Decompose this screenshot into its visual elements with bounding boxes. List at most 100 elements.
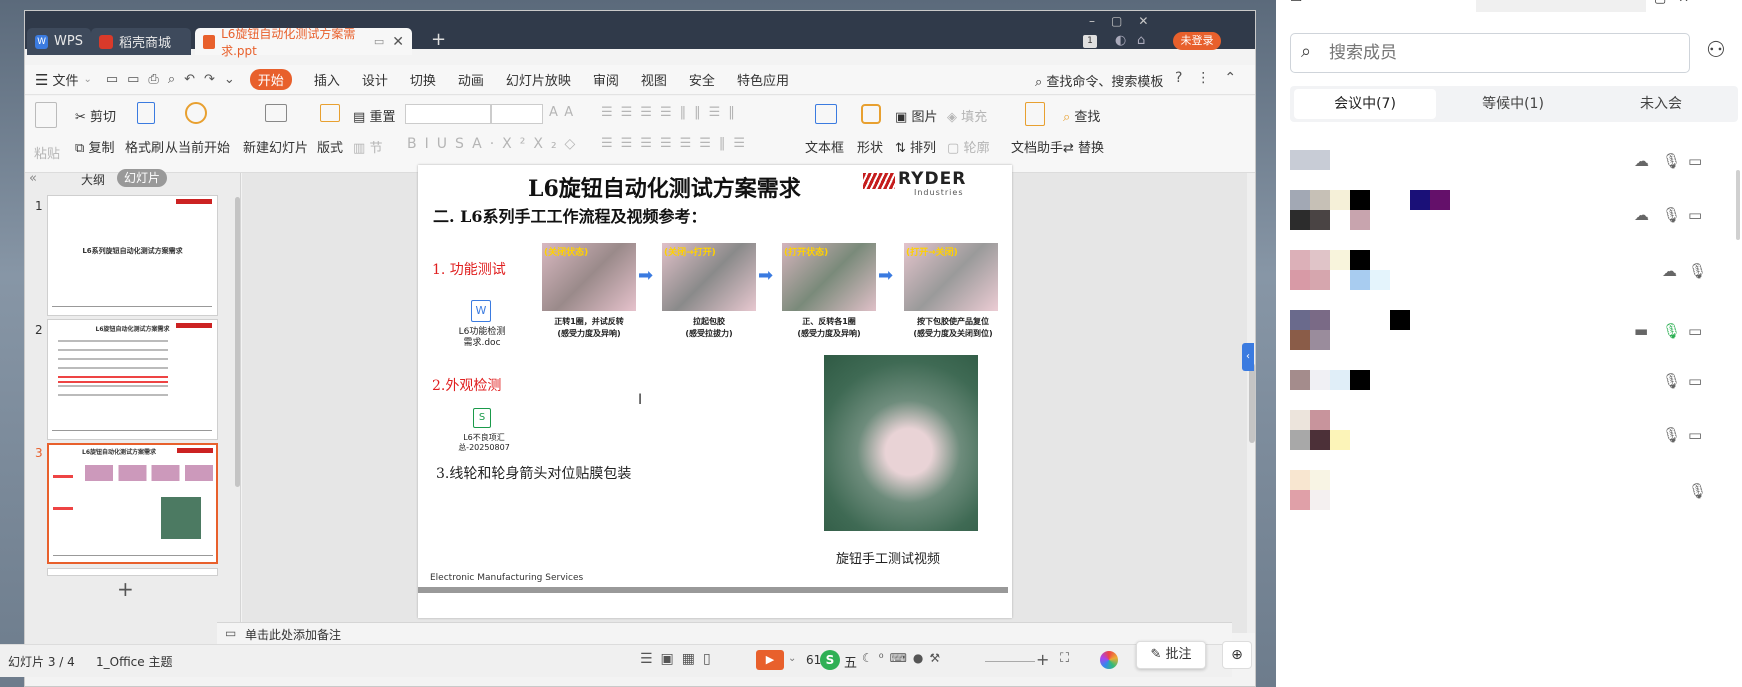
tab-waiting[interactable]: 等候中(1): [1442, 89, 1584, 119]
mic-muted-icon[interactable]: 🎙: [1688, 262, 1707, 280]
menu-insert[interactable]: 插入: [314, 70, 340, 89]
word-doc-icon[interactable]: W: [471, 300, 491, 322]
slide-footer-text[interactable]: Electronic Manufacturing Services: [430, 573, 583, 583]
slide-3[interactable]: L6旋钮自动化测试方案需求 RYDER Industries 二. L6系列手工…: [418, 165, 1012, 618]
tab-outline[interactable]: 大纲: [81, 171, 105, 188]
func-test-label[interactable]: 1. 功能测试: [432, 259, 506, 279]
menu-review[interactable]: 审阅: [593, 70, 619, 89]
cloud-record-icon[interactable]: ☁: [1634, 206, 1649, 224]
slide-subtitle[interactable]: 二. L6系列手工工作流程及视频参考：: [433, 203, 707, 227]
shirt-icon[interactable]: ⌂: [1137, 33, 1145, 48]
font-style-icons[interactable]: BIUSA·X²X₂◇: [407, 136, 583, 152]
font-family-select[interactable]: [405, 104, 491, 124]
camera-off-icon[interactable]: ▭: [1688, 426, 1702, 444]
menu-slideshow[interactable]: 幻灯片放映: [506, 70, 571, 89]
find-button[interactable]: ⌕ 查找: [1063, 106, 1100, 125]
zoom-in-icon[interactable]: +: [1036, 650, 1049, 669]
mic-muted-icon[interactable]: 🎙: [1688, 482, 1707, 500]
paragraph-list-icons[interactable]: ☰☰☰☰‖‖☰‖: [601, 105, 743, 120]
doc-helper-button[interactable]: 文档助手: [1011, 137, 1063, 156]
menu-security[interactable]: 安全: [689, 70, 715, 89]
chevron-down-icon[interactable]: ⌄: [83, 74, 91, 85]
hamburger-icon[interactable]: ☰: [35, 71, 48, 89]
doc-helper-icon[interactable]: [1025, 102, 1045, 126]
member-row-7[interactable]: 🎙: [1290, 470, 1730, 516]
mic-muted-icon[interactable]: 🎙: [1662, 426, 1681, 444]
window-controls[interactable]: –▢✕: [1089, 14, 1164, 28]
video-thumbnail[interactable]: [824, 355, 978, 531]
tab-pin-icon[interactable]: ▭: [374, 35, 384, 48]
notes-placeholder[interactable]: 单击此处添加备注: [245, 626, 341, 643]
new-tab-icon[interactable]: +: [431, 29, 446, 50]
manage-members-tab-partial[interactable]: [1476, 0, 1646, 12]
chat-tab-partial[interactable]: ▭: [1290, 0, 1302, 6]
slide-thumb-1[interactable]: L6系列旋钮自动化测试方案需求: [47, 195, 218, 316]
slide-thumb-3-selected[interactable]: L6旋钮自动化测试方案需求: [47, 443, 218, 564]
ime-mode[interactable]: 五: [844, 652, 857, 671]
from-current-button[interactable]: 从当前开始: [165, 137, 230, 156]
new-slide-button[interactable]: 新建幻灯片: [243, 137, 308, 156]
zoom-slider[interactable]: [985, 661, 1035, 662]
member-row-3[interactable]: ☁ 🎙: [1290, 250, 1730, 296]
play-slideshow-button[interactable]: ▶: [756, 650, 784, 670]
font-grow-shrink-icons[interactable]: AA: [549, 105, 579, 120]
chevron-down-icon[interactable]: ⌄: [788, 653, 796, 664]
arrange-button[interactable]: ⇅ 排列: [895, 137, 936, 156]
quick-access-icons[interactable]: ▭▭⎙⌕↶↷⌄: [106, 72, 244, 87]
slide-thumb-2[interactable]: L6旋钮自动化测试方案需求: [47, 319, 218, 440]
tab-store[interactable]: 稻壳商城: [91, 28, 191, 55]
font-size-select[interactable]: [491, 104, 543, 124]
shape-button[interactable]: 形状: [857, 137, 883, 156]
tab-wps[interactable]: W WPS: [27, 28, 91, 55]
slide-thumb-4-partial[interactable]: [47, 568, 218, 576]
member-search-input[interactable]: [1329, 42, 1679, 64]
visual-test-label[interactable]: 2.外观检测: [432, 375, 501, 395]
tab-not-joined[interactable]: 未入会: [1590, 89, 1732, 119]
scrollbar-thumb[interactable]: [1249, 363, 1255, 443]
help-more-collapse-icons[interactable]: ?⋮⌃: [1175, 70, 1250, 86]
fill-button[interactable]: ◈ 填充: [947, 106, 987, 125]
layout-icon[interactable]: [320, 104, 340, 122]
slide-title[interactable]: L6旋钮自动化测试方案需求: [528, 171, 801, 203]
mic-icon[interactable]: 🎙: [1662, 372, 1681, 390]
shape-icon[interactable]: [861, 104, 881, 124]
file2-label[interactable]: L6不良项汇总-20250807: [458, 433, 510, 453]
mic-muted-icon[interactable]: 🎙: [1662, 206, 1681, 224]
camera-off-icon[interactable]: ▭: [1688, 372, 1702, 390]
format-painter-icon[interactable]: [137, 102, 155, 124]
add-slide-icon[interactable]: +: [117, 577, 134, 601]
mic-muted-icon[interactable]: 🎙: [1662, 152, 1681, 170]
menu-view[interactable]: 视图: [641, 70, 667, 89]
paste-icon[interactable]: [35, 102, 57, 128]
reset-button[interactable]: ▤ 重置: [353, 106, 395, 125]
cut-button[interactable]: ✂ 剪切: [75, 106, 116, 125]
play-circle-icon[interactable]: [185, 102, 207, 124]
tab-slides[interactable]: 幻灯片: [117, 169, 167, 187]
member-row-4[interactable]: ▬ 🎙 ▭: [1290, 310, 1730, 356]
panel-window-icons[interactable]: ▢✕: [1654, 0, 1701, 6]
file1-label[interactable]: L6功能检测需求.doc: [456, 327, 508, 349]
section-button[interactable]: ▥ 节: [353, 137, 382, 156]
textbox-icon[interactable]: [815, 104, 837, 124]
menu-home[interactable]: 开始: [249, 69, 292, 90]
zoom-level[interactable]: 61: [806, 653, 821, 667]
layout-button[interactable]: 版式: [317, 137, 343, 156]
menu-transition[interactable]: 切换: [410, 70, 436, 89]
outline-button[interactable]: ▢ 轮廓: [947, 137, 989, 156]
close-tab-icon[interactable]: ✕: [392, 34, 404, 50]
video-caption[interactable]: 旋钮手工测试视频: [836, 548, 940, 567]
excel-file-icon[interactable]: S: [473, 408, 491, 428]
screen-share-icon[interactable]: ▬: [1634, 322, 1648, 340]
textbox-button[interactable]: 文本框: [805, 137, 844, 156]
member-row-1[interactable]: ☁ 🎙 ▭: [1290, 140, 1730, 186]
panel-scrollbar[interactable]: [235, 197, 240, 487]
camera-off-icon[interactable]: ▭: [1688, 322, 1702, 340]
member-search-box[interactable]: ⌕: [1290, 33, 1690, 73]
paste-button[interactable]: 粘贴: [34, 143, 60, 162]
collapse-panel-icon[interactable]: «: [29, 171, 37, 186]
menu-file[interactable]: 文件: [52, 70, 78, 89]
item3-label[interactable]: 3.线轮和轮身箭头对位贴膜包装: [436, 463, 631, 483]
alignment-icons[interactable]: ☰☰☰☰☰☰‖☰: [601, 136, 753, 151]
camera-off-icon[interactable]: ▭: [1688, 206, 1702, 224]
menu-features[interactable]: 特色应用: [737, 70, 789, 89]
